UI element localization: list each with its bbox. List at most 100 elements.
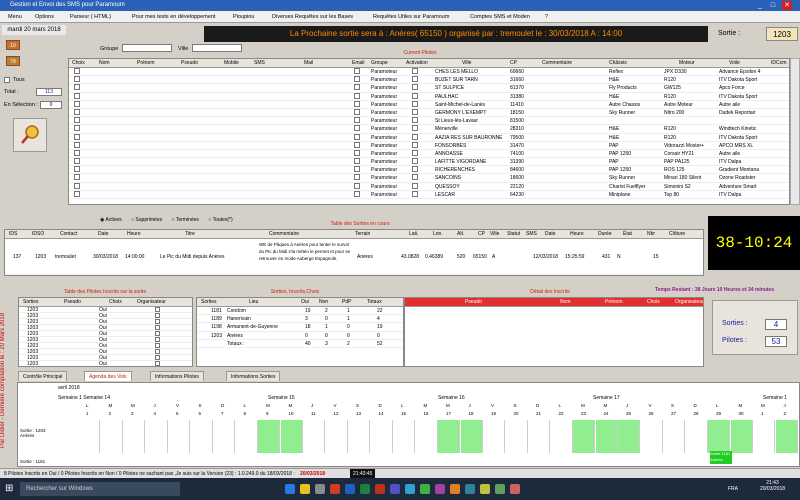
pilot-activation-checkbox[interactable] [412,174,418,181]
agenda-day-cell[interactable] [213,420,235,453]
pilot-choice-checkbox[interactable] [74,108,80,115]
agenda-day-cell[interactable] [101,420,123,453]
agenda-day-cell[interactable] [146,420,168,453]
pilot-row[interactable]: Paramoteur ST SULPICE 81370 Fly Products… [69,84,789,93]
menu-item-menu[interactable]: Menu [8,11,22,23]
agenda-event[interactable]: Sortie 1181 Anères [710,451,732,464]
stats-row[interactable]: 1198 Armanent-de-Guyenne 18 1 0 19 [197,323,403,332]
app-icon-7[interactable] [495,484,505,494]
visual-studio-icon[interactable] [390,484,400,494]
agenda-day-cell[interactable] [78,420,100,453]
pilot-row[interactable]: Paramoteur BUZET SUR TARN 31660 H&E R120… [69,76,789,85]
agenda-day-cell[interactable] [551,420,573,453]
pilot-email-checkbox[interactable] [354,182,360,189]
pilot-row[interactable]: Paramoteur LESCAR 64230 Miniplane Top 80… [69,190,789,199]
agenda-day-cell[interactable] [686,420,708,453]
pilot-email-checkbox[interactable] [354,108,360,115]
tous-checkbox[interactable] [4,77,10,83]
pilot-activation-checkbox[interactable] [412,166,418,173]
stats-table[interactable]: Sorties Lieu Oui Non PdP Totaux 1181 Con… [196,297,404,367]
radio-terminees[interactable]: ○ Terminées [172,217,199,223]
pilot-row[interactable]: Paramoteur AAZIA RES SUR BAURONNE 79500 … [69,133,789,142]
pilot-activation-checkbox[interactable] [412,92,418,99]
pilot-activation-checkbox[interactable] [412,117,418,124]
agenda-day-cell[interactable] [573,420,595,453]
radio-supprimees[interactable]: ○ Supprimées [131,217,162,223]
pilots-scrollbar[interactable] [790,58,800,205]
organisateur-checkbox[interactable] [155,331,160,336]
pilot-email-checkbox[interactable] [354,174,360,181]
pilot-email-checkbox[interactable] [354,141,360,148]
pilot-activation-checkbox[interactable] [412,149,418,156]
pilot-row[interactable]: Paramoteur GERMONY L'EXEMPT 18150 Sky Ru… [69,108,789,118]
agenda-day-cell[interactable] [168,420,190,453]
agenda-day-cell[interactable] [191,420,213,453]
windows-start-icon[interactable]: ⊞ [5,483,17,495]
menu-item-tests[interactable]: Pour mes tests en développement [132,11,215,23]
pilot-email-checkbox[interactable] [354,125,360,132]
agenda-day-cell[interactable] [483,420,505,453]
organisateur-checkbox[interactable] [155,349,160,354]
pilot-choice-checkbox[interactable] [74,141,80,148]
firefox-icon[interactable] [330,484,340,494]
organisateur-checkbox[interactable] [155,325,160,330]
pilot-choice-checkbox[interactable] [74,190,80,197]
agenda-day-cell[interactable] [393,420,415,453]
radio-actives[interactable]: ◉ Actives [100,217,122,223]
agenda-day-cell[interactable] [775,420,798,453]
agenda-day-cell[interactable] [123,420,145,453]
agenda-day-cell[interactable] [663,420,685,453]
pilot-email-checkbox[interactable] [354,68,360,74]
system-clock[interactable]: 21:43 20/03/2018 [750,480,795,492]
agenda-day-cell[interactable] [595,420,618,453]
pilot-email-checkbox[interactable] [354,149,360,156]
pilot-row[interactable]: Paramoteur St Lieux-lès-Lavaur 81500 [69,117,789,126]
pilot-email-checkbox[interactable] [354,166,360,173]
pilot-row[interactable]: Paramoteur LAFITTE VIGORDANE 31390 PAP P… [69,158,789,167]
sorties-row[interactable]: 137 1203 tremoulet 30/03/2018 14:00:00 L… [5,239,703,275]
excel-icon[interactable] [360,484,370,494]
pilot-row[interactable]: Paramoteur Ménerville 28310 H&E R120 Win… [69,125,789,134]
pilot-choice-checkbox[interactable] [74,92,80,99]
app-icon-1[interactable] [405,484,415,494]
pilot-email-checkbox[interactable] [354,84,360,91]
pilot-choice-checkbox[interactable] [74,125,80,132]
tab-informations-sorties[interactable]: Informations Sorties [226,371,281,381]
menu-item-pioupiou[interactable]: Pioupiou [233,11,254,23]
organisateur-checkbox[interactable] [155,307,160,312]
pilot-email-checkbox[interactable] [354,158,360,165]
pilot-activation-checkbox[interactable] [412,108,418,115]
agenda-day-cell[interactable] [753,420,775,453]
word-icon[interactable] [345,484,355,494]
agenda-day-cell[interactable] [280,420,303,453]
agenda-day-cell[interactable] [416,420,438,453]
pilot-activation-checkbox[interactable] [412,133,418,140]
pilot-activation-checkbox[interactable] [412,182,418,189]
agenda-day-cell[interactable] [641,420,663,453]
stats-row[interactable]: Totaux : 40 3 2 52 [197,340,403,348]
agenda-day-cell[interactable] [236,420,258,453]
agenda-calendar[interactable]: avril 2018 Semaine 1 Semaine 14 Semaine … [17,382,800,467]
pilot-email-checkbox[interactable] [354,100,360,107]
pilot-row[interactable]: Paramoteur RICHERENCHES 84600 PAP 1250 R… [69,166,789,175]
organisateur-checkbox[interactable] [155,319,160,324]
inscrit-row[interactable]: 1203 Oui [19,361,192,366]
agenda-day-cell[interactable] [303,420,325,453]
pilot-activation-checkbox[interactable] [412,125,418,132]
menu-item-options[interactable]: Options [35,11,54,23]
stats-row[interactable]: 1189 Hanerivain 3 0 1 4 [197,315,403,324]
app-icon-4[interactable] [450,484,460,494]
pilot-choice-checkbox[interactable] [74,149,80,156]
agenda-day-cell[interactable] [618,420,640,453]
pilot-activation-checkbox[interactable] [412,141,418,148]
pilot-row[interactable]: Paramoteur PAULHAC 31380 H&E R120 ITV Da… [69,92,789,101]
maximize-button[interactable]: □ [768,1,778,10]
agenda-day-cell[interactable] [371,420,393,453]
organisateur-checkbox[interactable] [155,343,160,348]
menu-item-help[interactable]: ? [545,11,548,23]
inscrits-table[interactable]: Sorties Pseudo Choix Organisateur 1203 O… [18,297,193,367]
pilot-activation-checkbox[interactable] [412,158,418,165]
pilot-activation-checkbox[interactable] [412,68,418,74]
groupe-select[interactable] [122,44,172,52]
pilot-row[interactable]: Paramoteur Saint-Michel-de-Lanès 11410 A… [69,100,789,109]
